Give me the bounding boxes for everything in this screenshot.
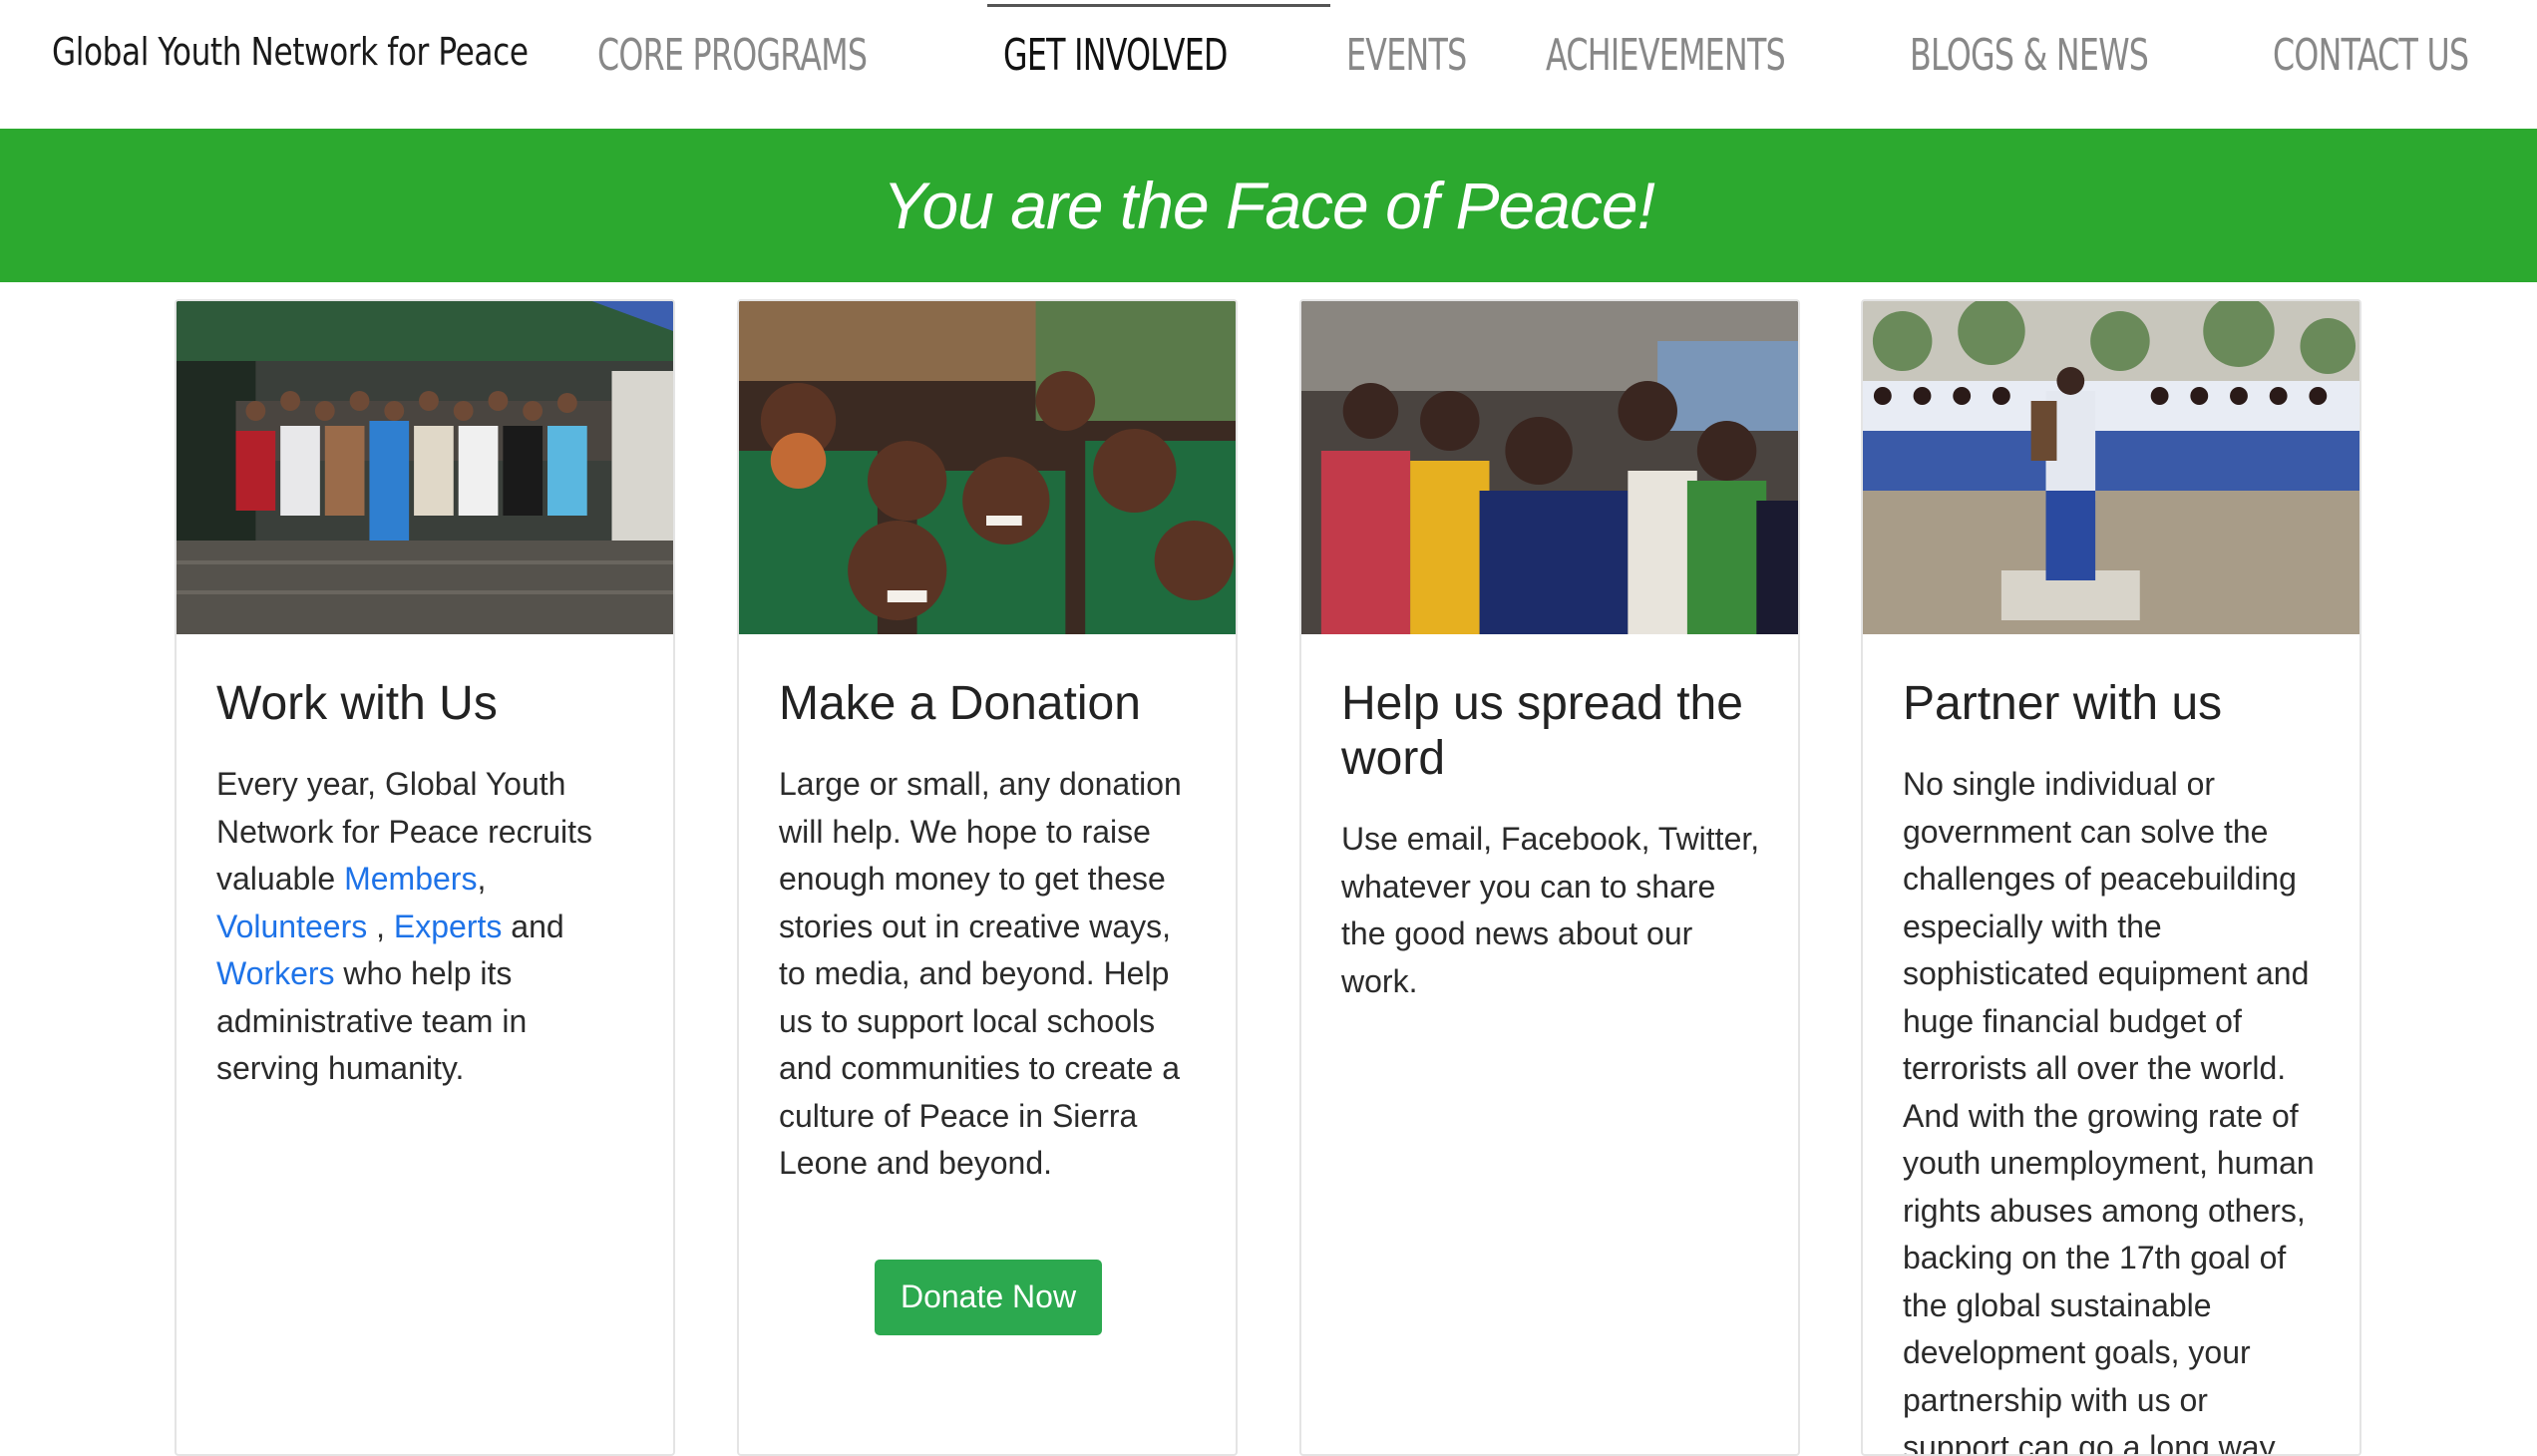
- site-brand[interactable]: Global Youth Network for Peace: [52, 30, 529, 74]
- nav-label: EVENTS: [1346, 29, 1467, 81]
- card-body: Work with Us Every year, Global Youth Ne…: [177, 634, 673, 1093]
- nav-label: CONTACT US: [2273, 29, 2469, 81]
- group-photo-image: [177, 301, 673, 634]
- school-assembly-photo-image: [1863, 301, 2359, 634]
- nav-label: CORE PROGRAMS: [597, 29, 868, 81]
- card-title: Help us spread the word: [1341, 677, 1743, 785]
- card-description: No single individual or government can s…: [1903, 766, 2315, 1456]
- text-segment: and: [502, 908, 564, 944]
- donate-now-button[interactable]: Donate Now: [875, 1259, 1102, 1335]
- nav-core-programs[interactable]: CORE PROGRAMS: [581, 0, 987, 110]
- card-spread-the-word: Help us spread the word Use email, Faceb…: [1299, 299, 1800, 1456]
- nav-label: GET INVOLVED: [1003, 29, 1229, 81]
- text-segment: ,: [367, 908, 394, 944]
- nav-blogs-news[interactable]: BLOGS & NEWS: [1894, 0, 2257, 110]
- nav-get-involved[interactable]: GET INVOLVED: [987, 0, 1331, 110]
- card-description: Every year, Global Youth Network for Pea…: [216, 761, 635, 1093]
- community-photo-image: [1301, 301, 1798, 634]
- card-body: Help us spread the word Use email, Faceb…: [1301, 634, 1798, 1005]
- card-description: Use email, Facebook, Twitter, whatever y…: [1341, 821, 1760, 999]
- main-nav: CORE PROGRAMS GET INVOLVED EVENTS ACHIEV…: [581, 0, 2537, 110]
- card-partner-with-us: Partner with us No single individual or …: [1861, 299, 2361, 1456]
- nav-events[interactable]: EVENTS: [1330, 0, 1529, 110]
- experts-link[interactable]: Experts: [394, 909, 502, 944]
- workers-link[interactable]: Workers: [216, 955, 335, 991]
- card-body: Make a Donation Large or small, any dona…: [739, 634, 1236, 1335]
- nav-label: BLOGS & NEWS: [1910, 29, 2149, 81]
- hero-banner: You are the Face of Peace!: [0, 129, 2537, 282]
- card-body: Partner with us No single individual or …: [1863, 634, 2359, 1456]
- nav-contact-us[interactable]: CONTACT US: [2257, 0, 2537, 110]
- site-header: Global Youth Network for Peace CORE PROG…: [0, 0, 2537, 129]
- nav-label: ACHIEVEMENTS: [1545, 29, 1786, 81]
- card-description: Large or small, any donation will help. …: [779, 766, 1182, 1181]
- card-title: Partner with us: [1903, 677, 2223, 730]
- children-photo-image: [739, 301, 1236, 634]
- text-segment: ,: [477, 861, 487, 897]
- card-title: Make a Donation: [779, 677, 1141, 730]
- card-title: Work with Us: [216, 677, 498, 730]
- card-work-with-us: Work with Us Every year, Global Youth Ne…: [175, 299, 675, 1456]
- volunteers-link[interactable]: Volunteers: [216, 909, 367, 944]
- members-link[interactable]: Members: [344, 861, 477, 897]
- card-make-a-donation: Make a Donation Large or small, any dona…: [737, 299, 1238, 1456]
- banner-headline: You are the Face of Peace!: [883, 169, 1655, 242]
- nav-achievements[interactable]: ACHIEVEMENTS: [1530, 0, 1894, 110]
